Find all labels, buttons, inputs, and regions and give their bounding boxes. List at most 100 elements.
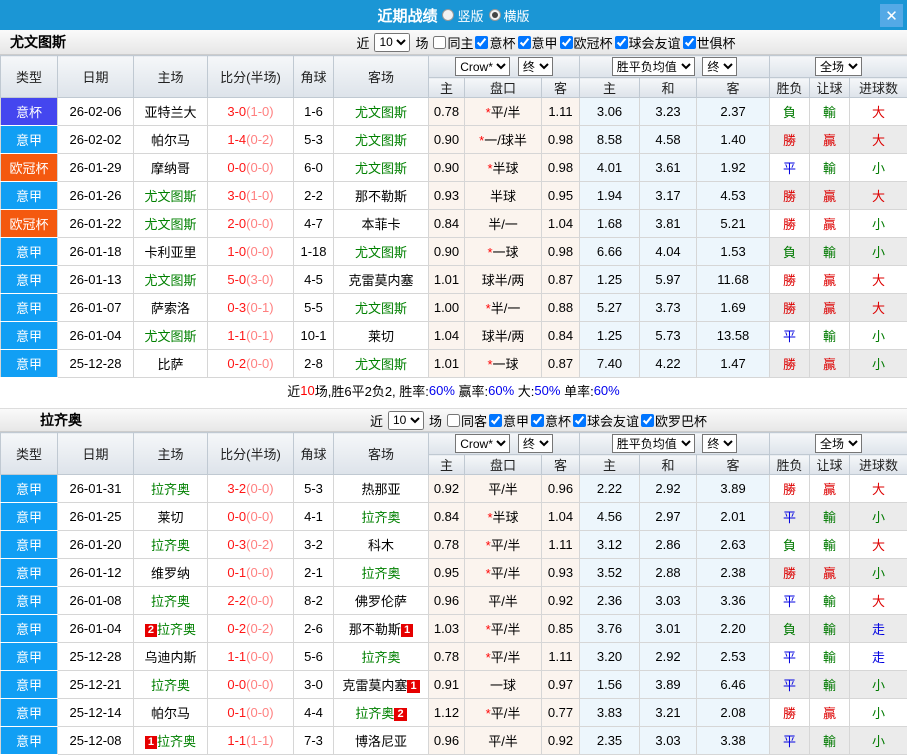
handicap-line: *平/半 (465, 559, 542, 587)
match-count-select[interactable]: 10 (388, 411, 424, 430)
matches-label: 场 (415, 33, 428, 52)
corner-score: 2-1 (294, 559, 334, 587)
filter-checkbox[interactable] (531, 414, 544, 427)
match-score: 2-2(0-0) (208, 587, 294, 615)
close-icon[interactable]: ✕ (880, 4, 903, 27)
col-handicap: 盘口 (465, 78, 542, 98)
result-handicap: 輸 (810, 322, 850, 350)
away-team-name: 拉齐奥 (361, 650, 400, 665)
final-avg-select[interactable]: 终 (702, 434, 737, 453)
filter-checkbox[interactable] (433, 36, 446, 49)
avg-draw-odds: 4.04 (640, 238, 697, 266)
home-team: 比萨 (134, 350, 208, 378)
avg-home-odds: 3.06 (580, 98, 640, 126)
avg-draw-odds: 3.23 (640, 98, 697, 126)
filter-option[interactable]: 意杯 (475, 33, 515, 52)
red-card-badge: 1 (407, 680, 419, 693)
layout-radio-horizontal[interactable]: 横版 (489, 6, 530, 25)
filter-option[interactable]: 欧罗巴杯 (641, 411, 707, 430)
result-goals: 大 (850, 294, 907, 322)
final-avg-select[interactable]: 终 (702, 57, 737, 76)
filter-checkbox[interactable] (447, 414, 460, 427)
red-card-badge: 2 (145, 624, 157, 637)
result-handicap: 贏 (810, 350, 850, 378)
result-goals: 大 (850, 182, 907, 210)
match-row: 意甲 26-01-07 萨索洛 0-3(0-1) 5-5 尤文图斯 1.00 *… (1, 294, 907, 322)
avg-home-odds: 4.01 (580, 154, 640, 182)
col-score: 比分(半场) (208, 56, 294, 98)
avg-home-odds: 2.36 (580, 587, 640, 615)
filter-option[interactable]: 球会友谊 (615, 33, 681, 52)
final-odds-select[interactable]: 终 (518, 434, 553, 453)
league-badge: 意甲 (1, 475, 58, 503)
handicap-line: *半球 (465, 503, 542, 531)
away-team: 克雷莫内塞1 (334, 671, 429, 699)
odds-source-select[interactable]: Crow* (455, 434, 510, 453)
filter-checkbox[interactable] (683, 36, 696, 49)
match-date: 26-01-18 (58, 238, 134, 266)
filter-checkbox[interactable] (475, 36, 488, 49)
filter-checkbox[interactable] (560, 36, 573, 49)
avg-draw-odds: 2.88 (640, 559, 697, 587)
odds-source-select[interactable]: Crow* (455, 57, 510, 76)
league-badge: 欧冠杯 (1, 154, 58, 182)
filter-checkbox[interactable] (518, 36, 531, 49)
result-goals: 小 (850, 210, 907, 238)
avg-draw-odds: 3.03 (640, 587, 697, 615)
match-row: 意甲 26-01-31 拉齐奥 3-2(0-0) 5-3 热那亚 0.92 平/… (1, 475, 907, 503)
filter-option[interactable]: 意甲 (489, 411, 529, 430)
col-avg-draw: 和 (640, 78, 697, 98)
home-team-name: 帕尔马 (151, 706, 190, 721)
filter-checkbox[interactable] (641, 414, 654, 427)
result-handicap: 輸 (810, 643, 850, 671)
match-score: 3-0(1-0) (208, 182, 294, 210)
handicap-line: 一球 (465, 671, 542, 699)
match-count-select[interactable]: 10 (374, 33, 410, 52)
result-goals: 小 (850, 559, 907, 587)
avg-away-odds: 2.38 (697, 559, 770, 587)
filter-checkbox[interactable] (489, 414, 502, 427)
fulltime-select[interactable]: 全场 (815, 57, 862, 76)
avg-draw-odds: 3.61 (640, 154, 697, 182)
col-date: 日期 (58, 56, 134, 98)
match-score: 0-0(0-0) (208, 154, 294, 182)
handicap-line: *平/半 (465, 643, 542, 671)
filter-option[interactable]: 同客 (447, 411, 487, 430)
handicap-line: *一球 (465, 350, 542, 378)
avg-odds-select[interactable]: 胜平负均值 (612, 434, 695, 453)
avg-odds-select[interactable]: 胜平负均值 (612, 57, 695, 76)
away-team: 尤文图斯 (334, 98, 429, 126)
corner-score: 1-18 (294, 238, 334, 266)
handicap-away-odds: 0.92 (542, 587, 580, 615)
filter-option[interactable]: 世俱杯 (683, 33, 736, 52)
home-team: 2拉齐奥 (134, 615, 208, 643)
avg-home-odds: 3.52 (580, 559, 640, 587)
corner-score: 10-1 (294, 322, 334, 350)
filter-option[interactable]: 欧冠杯 (560, 33, 613, 52)
avg-draw-odds: 3.89 (640, 671, 697, 699)
filter-option[interactable]: 意甲 (518, 33, 558, 52)
radio-unselected-icon[interactable] (442, 9, 454, 21)
home-team-name: 比萨 (157, 357, 183, 372)
away-team-name: 克雷莫内塞 (348, 273, 413, 288)
filter-option[interactable]: 同主 (433, 33, 473, 52)
result-wdl: 平 (770, 671, 810, 699)
final-odds-select[interactable]: 终 (518, 57, 553, 76)
filter-option[interactable]: 球会友谊 (573, 411, 639, 430)
avg-draw-odds: 2.92 (640, 475, 697, 503)
filter-option[interactable]: 意杯 (531, 411, 571, 430)
league-badge: 意甲 (1, 559, 58, 587)
radio-selected-icon[interactable] (489, 9, 501, 21)
result-goals: 大 (850, 266, 907, 294)
filter-checkbox[interactable] (615, 36, 628, 49)
away-team: 尤文图斯 (334, 294, 429, 322)
col-handicap: 盘口 (465, 455, 542, 475)
avg-away-odds: 3.36 (697, 587, 770, 615)
away-team: 拉齐奥2 (334, 699, 429, 727)
layout-radio-vertical[interactable]: 竖版 (442, 6, 483, 25)
match-date: 26-01-07 (58, 294, 134, 322)
filter-checkbox[interactable] (573, 414, 586, 427)
avg-away-odds: 11.68 (697, 266, 770, 294)
home-team: 拉齐奥 (134, 587, 208, 615)
fulltime-select[interactable]: 全场 (815, 434, 862, 453)
